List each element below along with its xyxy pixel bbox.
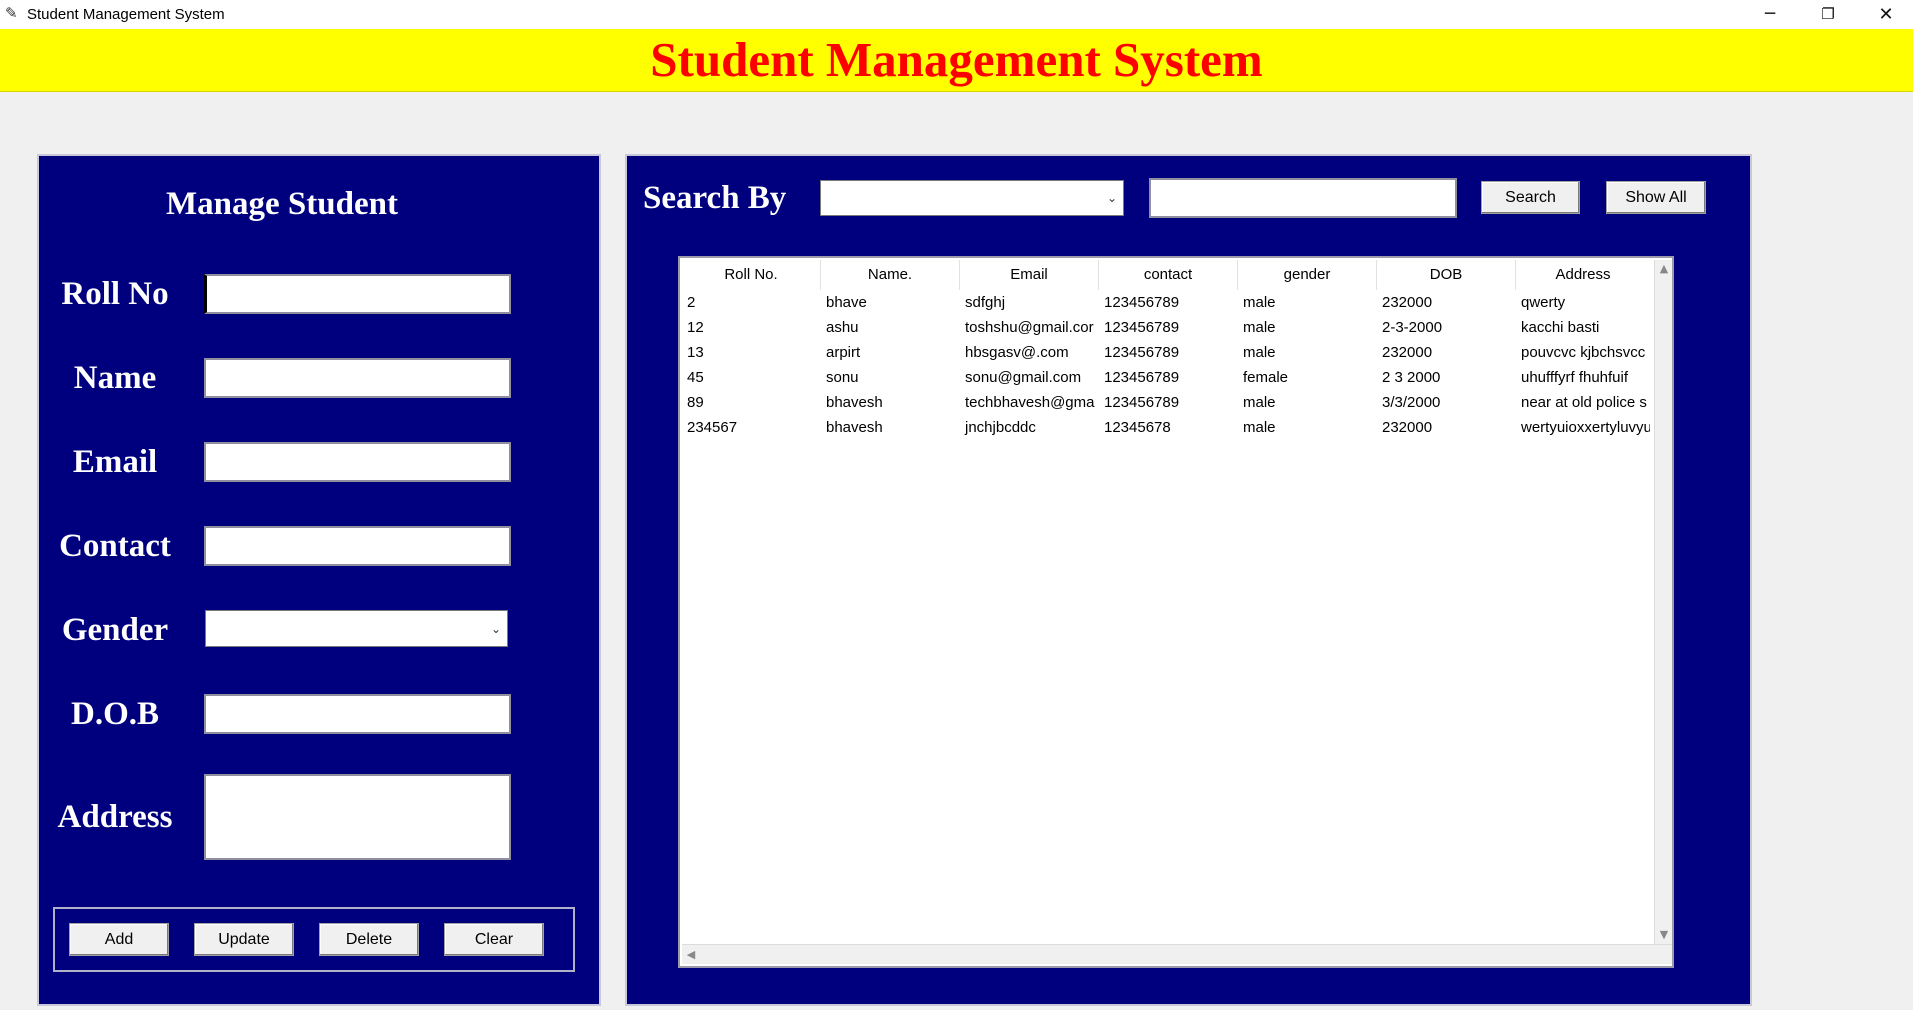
table-row[interactable]: 234567 bhavesh jnchjbcddc 12345678 male … [682, 415, 1650, 440]
contact-label: Contact [59, 528, 171, 564]
cell-name: sonu [826, 369, 859, 386]
vertical-scrollbar[interactable]: ▲ ▼ [1654, 260, 1672, 944]
window-titlebar: ✎ Student Management System ─ ❐ ✕ [0, 0, 1913, 29]
column-header-email[interactable]: Email [960, 260, 1099, 290]
cell-dob: 232000 [1382, 419, 1433, 436]
search-by-select[interactable]: ⌄ [820, 180, 1124, 216]
contact-input[interactable] [204, 526, 511, 566]
cell-gender: female [1243, 369, 1289, 386]
page-title: Student Management System [650, 32, 1263, 87]
search-by-label: Search By [643, 180, 787, 216]
table-row[interactable]: 45 sonu sonu@gmail.com 123456789 female … [682, 365, 1650, 390]
cell-email: jnchjbcddc [965, 419, 1036, 436]
table-header: Roll No. Name. Email contact gender DOB … [682, 260, 1650, 290]
scroll-up-icon[interactable]: ▲ [1655, 260, 1673, 278]
cell-email: hbsgasv@.com [965, 344, 1069, 361]
cell-contact: 123456789 [1104, 394, 1180, 411]
roll-no-input[interactable] [204, 274, 511, 314]
chevron-down-icon: ⌄ [490, 621, 501, 636]
table-row[interactable]: 89 bhavesh techbhavesh@gma 123456789 mal… [682, 390, 1650, 415]
dob-input[interactable] [204, 694, 511, 734]
dob-label: D.O.B [70, 696, 159, 732]
cell-dob: 3/3/2000 [1382, 394, 1441, 411]
cell-roll-no: 89 [687, 394, 704, 411]
cell-gender: male [1243, 294, 1276, 311]
cell-email: sonu@gmail.com [965, 369, 1082, 386]
table-row[interactable]: 13 arpirt hbsgasv@.com 123456789 male 23… [682, 340, 1650, 365]
cell-roll-no: 234567 [687, 419, 738, 436]
search-input[interactable] [1149, 178, 1457, 218]
feather-icon: ✎ [5, 5, 18, 22]
cell-name: ashu [826, 319, 859, 336]
cell-email: sdfghj [965, 294, 1006, 311]
cell-gender: male [1243, 394, 1276, 411]
cell-address: uhufffyrf fhuhfuif [1521, 369, 1629, 386]
chevron-down-icon: ⌄ [1106, 191, 1117, 205]
cell-gender: male [1243, 344, 1276, 361]
roll-no-label: Roll No [61, 276, 169, 312]
manage-student-heading: Manage Student [166, 186, 398, 222]
cell-contact: 123456789 [1104, 369, 1180, 386]
show-all-button[interactable]: Show All [1606, 181, 1706, 214]
cell-address: qwerty [1521, 294, 1566, 311]
cell-email: techbhavesh@gma [965, 394, 1095, 411]
cell-name: arpirt [826, 344, 861, 361]
address-label: Address [57, 799, 173, 835]
cell-dob: 232000 [1382, 344, 1433, 361]
cell-dob: 2-3-2000 [1382, 319, 1443, 336]
name-label: Name [73, 360, 157, 396]
clear-button[interactable]: Clear [444, 923, 544, 956]
column-header-contact[interactable]: contact [1099, 260, 1238, 290]
gender-select[interactable]: ⌄ [205, 610, 508, 647]
column-header-address[interactable]: Address [1516, 260, 1650, 290]
student-table[interactable]: Roll No. Name. Email contact gender DOB … [678, 256, 1674, 968]
minimize-button[interactable]: ─ [1741, 0, 1799, 29]
cell-roll-no: 2 [687, 294, 696, 311]
cell-roll-no: 12 [687, 319, 704, 336]
cell-contact: 12345678 [1104, 419, 1171, 436]
add-button[interactable]: Add [69, 923, 169, 956]
cell-address: kacchi basti [1521, 319, 1600, 336]
search-button[interactable]: Search [1481, 181, 1580, 214]
email-input[interactable] [204, 442, 511, 482]
cell-name: bhave [826, 294, 867, 311]
cell-address: pouvcvc kjbchsvcc [1521, 344, 1646, 361]
name-input[interactable] [204, 358, 511, 398]
cell-email: toshshu@gmail.cor [965, 319, 1094, 336]
window-title: Student Management System [27, 6, 225, 23]
table-row[interactable]: 12 ashu toshshu@gmail.cor 123456789 male… [682, 315, 1650, 340]
scroll-left-icon[interactable]: ◀ [682, 945, 700, 965]
column-header-name[interactable]: Name. [821, 260, 960, 290]
cell-contact: 123456789 [1104, 344, 1180, 361]
cell-contact: 123456789 [1104, 294, 1180, 311]
cell-gender: male [1243, 319, 1276, 336]
header-banner: Student Management System [0, 29, 1913, 92]
table-row[interactable]: 2 bhave sdfghj 123456789 male 232000 qwe… [682, 290, 1650, 315]
cell-gender: male [1243, 419, 1276, 436]
cell-contact: 123456789 [1104, 319, 1180, 336]
update-button[interactable]: Update [194, 923, 294, 956]
cell-address: near at old police s [1521, 394, 1647, 411]
scroll-down-icon[interactable]: ▼ [1655, 926, 1673, 944]
gender-label: Gender [61, 612, 169, 648]
close-button[interactable]: ✕ [1857, 0, 1913, 29]
cell-address: wertyuioxxertyluvyu [1521, 419, 1650, 436]
email-label: Email [72, 444, 158, 480]
column-header-roll-no[interactable]: Roll No. [682, 260, 821, 290]
cell-dob: 232000 [1382, 294, 1433, 311]
cell-roll-no: 13 [687, 344, 704, 361]
cell-dob: 2 3 2000 [1382, 369, 1441, 386]
cell-roll-no: 45 [687, 369, 704, 386]
horizontal-scrollbar[interactable]: ◀ [682, 944, 1672, 964]
delete-button[interactable]: Delete [319, 923, 419, 956]
address-textarea[interactable] [204, 774, 511, 860]
restore-button[interactable]: ❐ [1799, 0, 1857, 29]
column-header-dob[interactable]: DOB [1377, 260, 1516, 290]
cell-name: bhavesh [826, 419, 883, 436]
cell-name: bhavesh [826, 394, 883, 411]
column-header-gender[interactable]: gender [1238, 260, 1377, 290]
